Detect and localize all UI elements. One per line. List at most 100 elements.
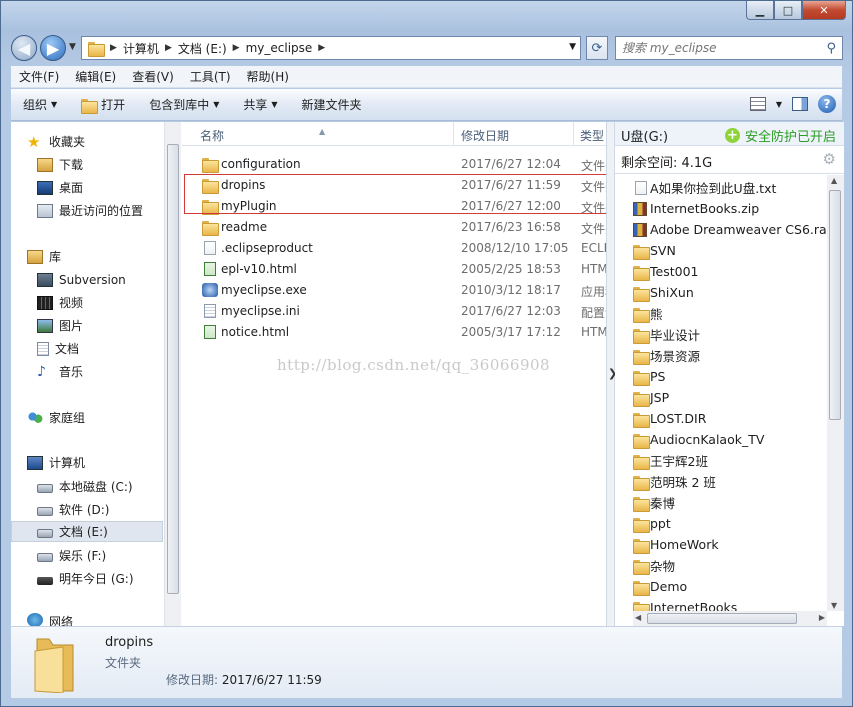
usb-list-item[interactable]: Adobe Dreamweaver CS6.rar [633,219,832,240]
nav-recent[interactable]: 最近访问的位置 [37,200,143,221]
usb-list-item[interactable]: ShiXun [633,282,694,303]
usb-list-item[interactable]: 场景资源 [633,345,700,366]
usb-list-item[interactable]: 秦博 [633,492,675,513]
search-box[interactable]: ⚲ [615,36,843,60]
breadcrumb-my-eclipse[interactable]: my_eclipse [246,41,313,55]
usb-list-item[interactable]: 熊 [633,303,663,324]
nav-drive-g[interactable]: 明年今日 (G:) [37,568,134,589]
view-options-icon[interactable] [749,97,766,111]
nav-homegroup[interactable]: 家庭组 [27,407,85,428]
usb-list-item[interactable]: AudiocnKalaok_TV [633,429,764,450]
usb-list-item[interactable]: 王宇辉2班 [633,450,708,471]
usb-list-item[interactable]: 范明珠 2 班 [633,471,716,492]
help-icon[interactable]: ? [818,95,836,113]
usb-list-item[interactable]: ppt [633,513,671,534]
usb-hscrollbar-thumb[interactable] [647,613,797,624]
nav-documents[interactable]: 文档 [37,338,79,359]
column-modified[interactable]: 修改日期 [461,127,509,144]
nav-subversion[interactable]: Subversion [37,269,126,290]
nav-drive-e[interactable]: 文档 (E:) [11,521,163,542]
search-input[interactable] [616,41,816,55]
column-type[interactable]: 类型 [580,127,604,144]
search-icon[interactable]: ⚲ [826,41,836,56]
nav-pictures[interactable]: 图片 [37,315,83,336]
usb-list-item[interactable]: LOST.DIR [633,408,706,429]
scroll-left-icon[interactable]: ◀ [635,613,641,622]
open-button[interactable]: 打开 [69,96,137,114]
column-divider[interactable] [453,122,454,146]
scroll-down-icon[interactable]: ▼ [831,601,837,610]
file-row[interactable]: myeclipse.ini 2017/6/27 12:03 配置设置 [182,301,606,322]
usb-scrollbar-thumb[interactable] [829,190,841,420]
column-name[interactable]: 名称 [200,127,224,144]
breadcrumb-computer[interactable]: 计算机 [123,40,159,57]
minimize-button[interactable]: ▁ [746,1,774,20]
chevron-right-icon[interactable]: ▶ [165,43,172,53]
share-button[interactable]: 共享 ▼ [231,96,289,113]
nav-drive-f[interactable]: 娱乐 (F:) [37,545,106,566]
usb-list-item[interactable]: InternetBooks.zip [633,198,759,219]
column-divider[interactable] [573,122,574,146]
file-row[interactable]: .eclipseproduct 2008/12/10 17:05 ECLIPSE… [182,238,606,259]
refresh-button[interactable]: ⟳ [586,36,608,60]
scroll-right-icon[interactable]: ▶ [819,613,825,622]
recent-pages-dropdown[interactable]: ▼ [69,42,76,52]
usb-horizontal-scrollbar[interactable]: ◀ ▶ [633,611,827,626]
address-bar[interactable]: ▶ 计算机 ▶ 文档 (E:) ▶ my_eclipse ▶ ▼ [81,36,581,60]
file-row[interactable]: epl-v10.html 2005/2/25 18:53 HTML [182,259,606,280]
maximize-button[interactable]: □ [774,1,802,20]
address-dropdown[interactable]: ▼ [569,42,576,52]
menu-help[interactable]: 帮助(H) [239,68,297,85]
new-folder-button[interactable]: 新建文件夹 [290,96,374,113]
file-row[interactable]: myeclipse.exe 2010/3/12 18:17 应用程序 [182,280,606,301]
usb-list-item[interactable]: JSP [633,387,669,408]
scroll-up-icon[interactable]: ▲ [831,176,837,185]
file-row[interactable]: notice.html 2005/3/17 17:12 HTML [182,322,606,343]
usb-list-item[interactable]: SVN [633,240,676,261]
menu-file[interactable]: 文件(F) [11,68,67,85]
organize-button[interactable]: 组织 ▼ [11,96,69,113]
preview-pane-icon[interactable] [792,97,808,111]
include-library-button[interactable]: 包含到库中 ▼ [137,96,231,113]
nav-computer[interactable]: 计算机 [27,452,85,473]
usb-list-item[interactable]: PS [633,366,665,387]
menu-tools[interactable]: 工具(T) [182,68,239,85]
protection-status[interactable]: + 安全防护已开启 [724,126,836,145]
nav-drive-c[interactable]: 本地磁盘 (C:) [37,476,133,497]
usb-list-item[interactable]: 毕业设计 [633,324,700,345]
file-row[interactable]: readme 2017/6/23 16:58 文件夹 [182,217,606,238]
nav-scrollbar-thumb[interactable] [167,144,179,594]
nav-videos[interactable]: 视频 [37,292,83,313]
chevron-right-icon[interactable]: ▶ [110,43,117,53]
nav-downloads[interactable]: 下载 [37,154,83,175]
chevron-right-icon[interactable]: ▶ [233,43,240,53]
usb-list-item-label: AudiocnKalaok_TV [650,432,765,447]
breadcrumb-drive-e[interactable]: 文档 (E:) [178,40,227,57]
nav-network[interactable]: 网络 [27,613,73,626]
usb-list-item[interactable]: HomeWork [633,534,719,555]
usb-list-item[interactable]: Demo [633,576,687,597]
usb-list-item-label: SVN [650,243,676,258]
nav-favorites[interactable]: ★ 收藏夹 [27,131,85,152]
close-button[interactable]: ✕ [802,1,846,20]
address-row: ◀ ▶ ▼ ▶ 计算机 ▶ 文档 (E:) ▶ my_eclipse ▶ ▼ ⟳… [11,33,843,61]
chevron-right-icon[interactable]: ▶ [318,43,325,53]
nav-libraries[interactable]: 库 [27,246,61,267]
menu-edit[interactable]: 编辑(E) [67,68,124,85]
usb-list-item[interactable]: 杂物 [633,555,675,576]
file-date: 2017/6/27 12:04 [461,157,561,171]
nav-music[interactable]: ♪ 音乐 [37,361,83,382]
usb-drive-icon [37,576,53,585]
nav-scrollbar[interactable] [164,122,181,626]
chevron-down-icon[interactable]: ▼ [776,100,782,109]
nav-drive-d[interactable]: 软件 (D:) [37,499,109,520]
forward-button[interactable]: ▶ [40,35,66,61]
usb-list-item[interactable]: Test001 [633,261,698,282]
usb-list-item[interactable]: A如果你捡到此U盘.txt [633,177,776,198]
back-button[interactable]: ◀ [11,35,37,61]
gear-icon[interactable]: ⚙ [823,150,836,168]
menu-view[interactable]: 查看(V) [124,68,182,85]
file-row[interactable]: configuration 2017/6/27 12:04 文件夹 [182,154,606,175]
nav-desktop[interactable]: 桌面 [37,177,83,198]
usb-vertical-scrollbar[interactable]: ▲ ▼ [827,175,844,611]
